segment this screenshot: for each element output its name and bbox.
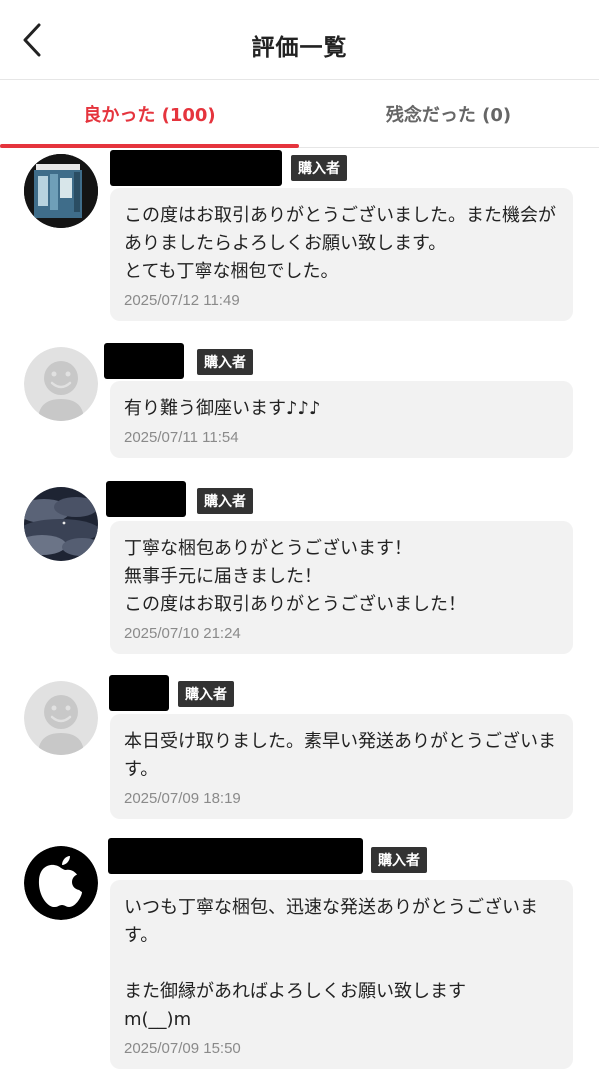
review-comment: 本日受け取りました。素早い発送ありがとうございます。 xyxy=(124,731,556,780)
review-comment: 有り難う御座います♪♪♪ xyxy=(124,398,321,419)
review-comment: 丁寧な梱包ありがとうございます！ 無事手元に届きました！ この度はお取引ありがと… xyxy=(124,538,466,615)
review-date: 2025/07/09 15:50 xyxy=(124,1040,241,1057)
redacted-username xyxy=(108,838,363,874)
page-title: 評価一覧 xyxy=(251,35,348,61)
redacted-username xyxy=(104,343,184,379)
tab-bad[interactable]: 残念だった (0) xyxy=(299,80,598,148)
buyer-badge: 購入者 xyxy=(197,349,253,375)
redacted-username xyxy=(110,150,282,186)
buyer-badge: 購入者 xyxy=(371,847,427,873)
buyer-badge: 購入者 xyxy=(197,488,253,514)
redacted-username xyxy=(109,675,169,711)
review-comment: いつも丁寧な梱包、迅速な発送ありがとうございます。 また御縁があればよろしくお願… xyxy=(124,897,538,1030)
review-bubble: いつも丁寧な梱包、迅速な発送ありがとうございます。 また御縁があればよろしくお願… xyxy=(110,880,573,1069)
redacted-username xyxy=(106,481,186,517)
active-tab-indicator xyxy=(0,144,299,148)
review-bubble: 丁寧な梱包ありがとうございます！ 無事手元に届きました！ この度はお取引ありがと… xyxy=(110,521,573,654)
default-face-avatar[interactable] xyxy=(24,681,98,755)
rating-tabs: 良かった (100) 残念だった (0) xyxy=(0,80,599,148)
review-date: 2025/07/11 11:54 xyxy=(124,429,239,446)
apple-logo-avatar[interactable] xyxy=(24,846,98,920)
tab-good[interactable]: 良かった (100) xyxy=(0,80,299,148)
buyer-badge: 購入者 xyxy=(291,155,347,181)
review-bubble: この度はお取引ありがとうございました。また機会がありましたらよろしくお願い致しま… xyxy=(110,188,573,321)
night-sky-avatar[interactable] xyxy=(24,487,98,561)
default-face-avatar[interactable] xyxy=(24,347,98,421)
review-date: 2025/07/12 11:49 xyxy=(124,292,240,309)
buyer-badge: 購入者 xyxy=(178,681,234,707)
review-bubble: 有り難う御座います♪♪♪ 2025/07/11 11:54 xyxy=(110,381,573,458)
app-header: 評価一覧 xyxy=(0,0,599,80)
review-bubble: 本日受け取りました。素早い発送ありがとうございます。 2025/07/09 18… xyxy=(110,714,573,819)
review-comment: この度はお取引ありがとうございました。また機会がありましたらよろしくお願い致しま… xyxy=(124,205,556,282)
review-date: 2025/07/09 18:19 xyxy=(124,790,241,807)
book-cover-avatar[interactable] xyxy=(24,154,98,228)
review-date: 2025/07/10 21:24 xyxy=(124,625,241,642)
